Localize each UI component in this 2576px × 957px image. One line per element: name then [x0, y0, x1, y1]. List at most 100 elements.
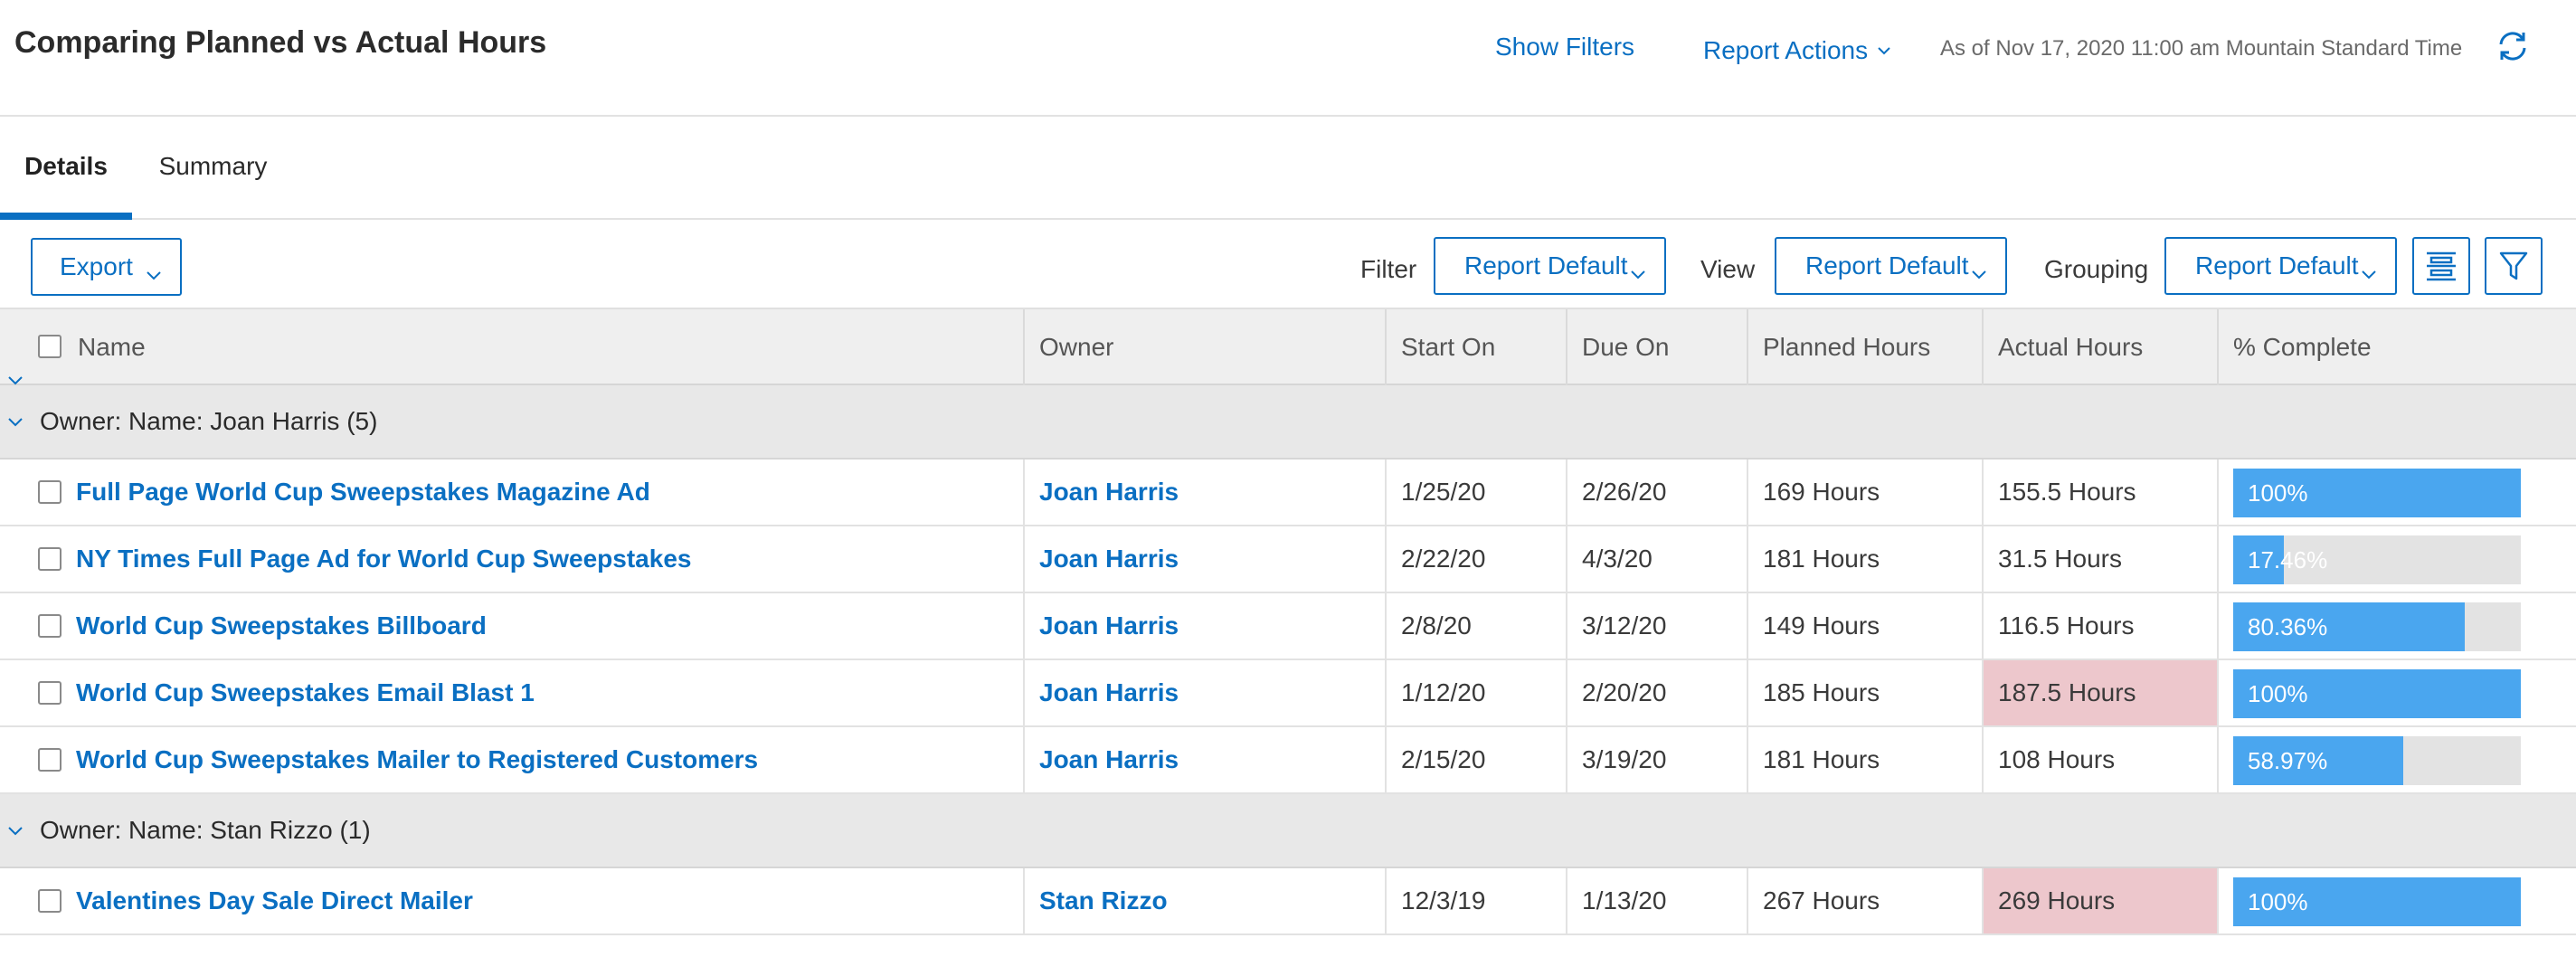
- grouping-select-value: Report Default: [2195, 251, 2359, 280]
- actual-hours-cell: 187.5 Hours: [1982, 660, 2217, 725]
- row-checkbox[interactable]: [38, 748, 62, 772]
- funnel-icon[interactable]: [2485, 237, 2543, 295]
- progress-label: 100%: [2248, 888, 2308, 915]
- start-on-cell: 1/25/20: [1385, 460, 1566, 525]
- grouping-select[interactable]: Report Default: [2164, 237, 2397, 295]
- chevron-down-icon: [146, 259, 162, 288]
- grouping-label: Grouping: [2044, 255, 2149, 283]
- chevron-down-icon: [2361, 258, 2377, 287]
- table-row: World Cup Sweepstakes Mailer to Register…: [0, 727, 2576, 794]
- progress-bar: 80.36%: [2233, 602, 2521, 651]
- name-cell: World Cup Sweepstakes Mailer to Register…: [0, 727, 1023, 792]
- owner-link[interactable]: Joan Harris: [1039, 478, 1179, 506]
- actual-hours-cell: 155.5 Hours: [1982, 460, 2217, 525]
- progress-label: 58.97%: [2248, 747, 2328, 774]
- planned-hours-cell: 267 Hours: [1747, 868, 1982, 933]
- owner-link[interactable]: Joan Harris: [1039, 611, 1179, 640]
- task-name-link[interactable]: NY Times Full Page Ad for World Cup Swee…: [76, 526, 691, 592]
- due-on-cell: 3/19/20: [1566, 727, 1747, 792]
- table-row: World Cup Sweepstakes Billboard Joan Harr…: [0, 593, 2576, 660]
- planned-hours-cell: 185 Hours: [1747, 660, 1982, 725]
- report-header: Comparing Planned vs Actual Hours Show F…: [0, 0, 2576, 117]
- group-row[interactable]: Owner: Name: Stan Rizzo (1): [0, 794, 2576, 868]
- progress-bar: 58.97%: [2233, 736, 2521, 785]
- owner-cell: Stan Rizzo: [1023, 868, 1385, 933]
- as-of-timestamp: As of Nov 17, 2020 11:00 am Mountain Sta…: [1940, 36, 2463, 61]
- tab-summary[interactable]: Summary: [143, 117, 283, 220]
- column-header-owner[interactable]: Owner: [1023, 309, 1385, 385]
- chevron-down-icon[interactable]: [7, 825, 24, 841]
- progress-bar: 100%: [2233, 669, 2521, 718]
- select-all-checkbox[interactable]: [38, 335, 62, 358]
- row-checkbox[interactable]: [38, 480, 62, 504]
- start-on-cell: 2/8/20: [1385, 593, 1566, 659]
- start-on-cell: 2/15/20: [1385, 727, 1566, 792]
- column-header-percent-complete[interactable]: % Complete: [2217, 309, 2576, 385]
- planned-hours-cell: 181 Hours: [1747, 526, 1982, 592]
- export-button[interactable]: Export: [31, 238, 182, 296]
- task-name-link[interactable]: World Cup Sweepstakes Mailer to Register…: [76, 727, 758, 792]
- percent-complete-cell: 17.46%: [2217, 526, 2576, 592]
- group-row[interactable]: Owner: Name: Joan Harris (5): [0, 385, 2576, 460]
- progress-bar: 100%: [2233, 469, 2521, 517]
- task-name-link[interactable]: World Cup Sweepstakes Billboard: [76, 593, 487, 659]
- task-name-link[interactable]: Valentines Day Sale Direct Mailer: [76, 868, 473, 933]
- progress-label: 100%: [2248, 479, 2308, 507]
- chevron-down-icon: [1877, 33, 1891, 62]
- owner-cell: Joan Harris: [1023, 660, 1385, 725]
- owner-link[interactable]: Joan Harris: [1039, 678, 1179, 706]
- task-name-link[interactable]: World Cup Sweepstakes Email Blast 1: [76, 660, 535, 725]
- table-row: NY Times Full Page Ad for World Cup Swee…: [0, 526, 2576, 593]
- report-actions-label: Report Actions: [1703, 36, 1869, 64]
- percent-complete-cell: 100%: [2217, 660, 2576, 725]
- name-cell: Valentines Day Sale Direct Mailer: [0, 868, 1023, 933]
- chevron-down-icon: [1630, 258, 1646, 287]
- export-label: Export: [60, 252, 133, 280]
- column-header-due-on[interactable]: Due On: [1566, 309, 1747, 385]
- refresh-icon[interactable]: [2494, 27, 2532, 65]
- filter-label: Filter: [1360, 255, 1417, 283]
- filter-select[interactable]: Report Default: [1434, 237, 1666, 295]
- chevron-down-icon: [1971, 258, 1987, 287]
- group-label: Owner: Name: Stan Rizzo (1): [40, 816, 371, 844]
- tab-bar: Details Summary: [0, 117, 2576, 220]
- owner-link[interactable]: Joan Harris: [1039, 545, 1179, 573]
- tab-details[interactable]: Details: [0, 117, 132, 220]
- column-header-name[interactable]: Name: [0, 309, 1023, 385]
- due-on-cell: 3/12/20: [1566, 593, 1747, 659]
- percent-complete-cell: 100%: [2217, 460, 2576, 525]
- report-actions-menu[interactable]: Report Actions: [1703, 33, 1891, 65]
- planned-hours-cell: 169 Hours: [1747, 460, 1982, 525]
- column-header-start-on[interactable]: Start On: [1385, 309, 1566, 385]
- view-label: View: [1700, 255, 1756, 283]
- name-cell: Full Page World Cup Sweepstakes Magazine…: [0, 460, 1023, 525]
- chevron-down-icon[interactable]: [7, 416, 24, 432]
- page-title: Comparing Planned vs Actual Hours: [14, 25, 547, 60]
- planned-hours-cell: 149 Hours: [1747, 593, 1982, 659]
- column-settings-icon[interactable]: [2412, 237, 2470, 295]
- owner-link[interactable]: Stan Rizzo: [1039, 886, 1168, 914]
- percent-complete-cell: 58.97%: [2217, 727, 2576, 792]
- progress-label: 80.36%: [2248, 613, 2328, 640]
- view-select-value: Report Default: [1805, 251, 1969, 280]
- row-checkbox[interactable]: [38, 614, 62, 638]
- row-checkbox[interactable]: [38, 547, 62, 571]
- show-filters-link[interactable]: Show Filters: [1495, 33, 1634, 62]
- view-select[interactable]: Report Default: [1775, 237, 2007, 295]
- table-row: World Cup Sweepstakes Email Blast 1 Joan …: [0, 660, 2576, 727]
- owner-cell: Joan Harris: [1023, 727, 1385, 792]
- column-header-actual-hours[interactable]: Actual Hours: [1982, 309, 2217, 385]
- actual-hours-cell: 108 Hours: [1982, 727, 2217, 792]
- group-label: Owner: Name: Joan Harris (5): [40, 407, 378, 435]
- row-checkbox[interactable]: [38, 889, 62, 913]
- actual-hours-cell: 269 Hours: [1982, 868, 2217, 933]
- start-on-cell: 2/22/20: [1385, 526, 1566, 592]
- percent-complete-cell: 100%: [2217, 868, 2576, 933]
- owner-link[interactable]: Joan Harris: [1039, 745, 1179, 773]
- column-header-planned-hours[interactable]: Planned Hours: [1747, 309, 1982, 385]
- task-name-link[interactable]: Full Page World Cup Sweepstakes Magazine…: [76, 460, 650, 525]
- start-on-cell: 12/3/19: [1385, 868, 1566, 933]
- owner-cell: Joan Harris: [1023, 460, 1385, 525]
- name-cell: World Cup Sweepstakes Email Blast 1: [0, 660, 1023, 725]
- row-checkbox[interactable]: [38, 681, 62, 705]
